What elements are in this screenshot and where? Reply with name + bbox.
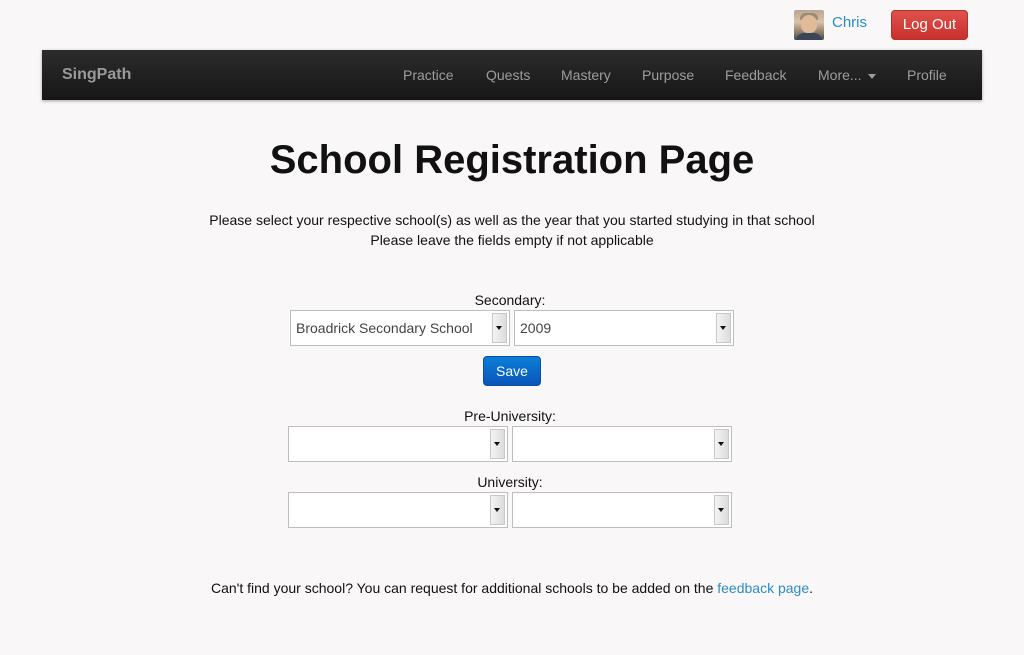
nav-item-feedback[interactable]: Feedback: [725, 50, 786, 100]
secondary-school-select[interactable]: Broadrick Secondary School: [290, 310, 510, 346]
university-year-select[interactable]: [512, 492, 732, 528]
secondary-year-select[interactable]: 2009: [514, 310, 734, 346]
logout-button[interactable]: Log Out: [891, 10, 968, 40]
footer-note-prefix: Can't find your school? You can request …: [211, 580, 718, 596]
nav-item-mastery[interactable]: Mastery: [561, 50, 611, 100]
navbar: SingPath Practice Quests Mastery Purpose…: [42, 50, 982, 100]
secondary-school-value: Broadrick Secondary School: [296, 320, 473, 336]
save-button[interactable]: Save: [483, 356, 541, 386]
user-bar: Chris Log Out: [0, 0, 1024, 50]
brand-logo[interactable]: SingPath: [62, 50, 131, 100]
instruction-text: Please select your respective school(s) …: [209, 212, 815, 228]
user-name-link[interactable]: Chris: [832, 14, 867, 31]
instruction-note: Please leave the fields empty if not app…: [370, 232, 654, 248]
dropdown-arrow-icon[interactable]: [714, 495, 729, 525]
page-title: School Registration Page: [269, 138, 755, 182]
footer-note: Can't find your school? You can request …: [0, 580, 1024, 596]
pre-university-school-select[interactable]: [288, 426, 508, 462]
university-school-select[interactable]: [288, 492, 508, 528]
dropdown-arrow-icon[interactable]: [714, 429, 729, 459]
feedback-page-link[interactable]: feedback page: [717, 580, 809, 596]
footer-note-suffix: .: [809, 580, 813, 596]
secondary-year-value: 2009: [520, 320, 552, 336]
nav-item-more[interactable]: More...: [818, 50, 876, 100]
caret-down-icon: [867, 73, 876, 79]
pre-university-label: Pre-University:: [464, 408, 556, 424]
dropdown-arrow-icon[interactable]: [716, 313, 731, 343]
secondary-label: Secondary:: [474, 292, 546, 308]
dropdown-arrow-icon[interactable]: [490, 429, 505, 459]
user-avatar[interactable]: [794, 10, 824, 40]
nav-item-practice[interactable]: Practice: [403, 50, 454, 100]
pre-university-year-select[interactable]: [512, 426, 732, 462]
university-label: University:: [477, 474, 543, 490]
nav-item-purpose[interactable]: Purpose: [642, 50, 694, 100]
dropdown-arrow-icon[interactable]: [490, 495, 505, 525]
dropdown-arrow-icon[interactable]: [492, 313, 507, 343]
nav-item-more-label: More...: [818, 67, 862, 83]
nav-item-quests[interactable]: Quests: [486, 50, 530, 100]
nav-item-profile[interactable]: Profile: [907, 50, 947, 100]
